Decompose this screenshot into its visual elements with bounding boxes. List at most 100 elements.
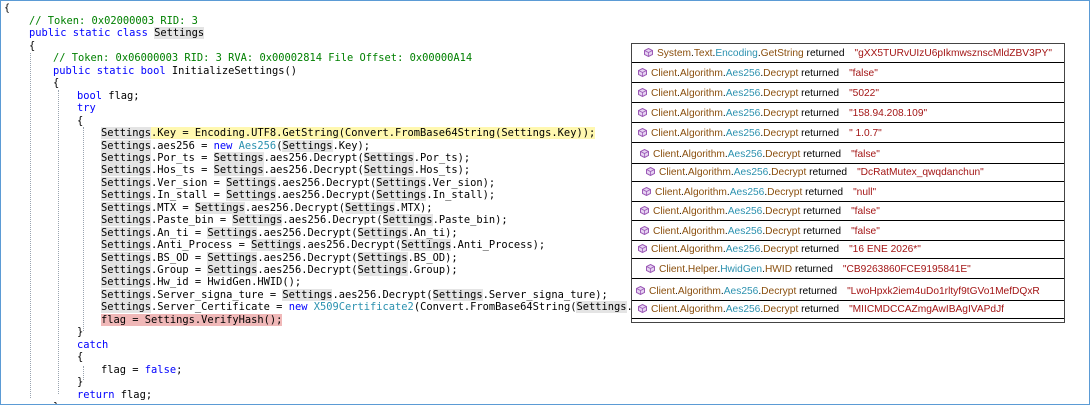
method-cube-icon: [636, 286, 645, 295]
method-name-part: Aes256: [727, 149, 763, 160]
method-name-part: Decrypt: [763, 68, 799, 79]
method-name-part: Client: [653, 149, 680, 160]
method-name-part: returned: [796, 286, 838, 297]
tracepoint-row[interactable]: Client.Algorithm.Aes256.Decrypt returned…: [632, 185, 1064, 202]
method-name-part: Decrypt: [767, 187, 803, 198]
method-name-part: returned: [800, 226, 842, 237]
code-token: catch: [77, 338, 109, 351]
code-line: Settings.Paste_bin = Settings.aes256.Dec…: [101, 214, 508, 227]
method-name-part: Algorithm: [679, 128, 723, 139]
method-name-part: Aes256: [729, 187, 765, 198]
code-token: .Por_ts =: [151, 151, 214, 164]
code-token: .Server_signa_ture =: [151, 288, 283, 301]
method-name-part: Client: [653, 226, 680, 237]
method-name-part: returned: [798, 68, 840, 79]
method-cube-icon: [642, 187, 651, 196]
method-name-part: Aes256: [725, 244, 761, 255]
code-line: catch: [77, 339, 108, 351]
code-line: {: [77, 351, 83, 363]
tracepoint-row[interactable]: Client.Algorithm.Aes256.Decrypt returned…: [632, 224, 1064, 241]
code-token: Settings: [101, 201, 152, 214]
method-name-part: Decrypt: [763, 128, 799, 139]
method-name-part: Aes256: [725, 88, 761, 99]
code-line: flag = false;: [101, 364, 182, 376]
code-token: .Paste_bin);: [432, 214, 508, 227]
code-line: Settings.Ver_sion = Settings.aes256.Decr…: [101, 176, 495, 189]
code-token: .Paste_bin =: [151, 214, 233, 227]
code-token: flag =: [101, 313, 145, 326]
method-name-part: HWID: [764, 264, 793, 275]
return-value: "gXX5TURvUIzU6pIkmwsznscMldZBV3PY": [854, 48, 1052, 59]
code-token: InitializeSettings(): [171, 64, 297, 77]
method-name-part: Algorithm: [677, 286, 721, 297]
code-line: Settings.Group = Settings.aes256.Decrypt…: [101, 264, 458, 276]
code-token: Aes256: [238, 139, 277, 152]
method-name-part: Algorithm: [683, 187, 727, 198]
method-name-part: Aes256: [733, 167, 769, 178]
code-token: .Server_Certificate =: [151, 301, 289, 314]
code-token: .Key = Encoding.UTF8.GetString(Convert.F…: [151, 127, 502, 140]
method-name-part: Aes256: [725, 304, 761, 315]
tracepoint-output-panel[interactable]: System.Text.Encoding.GetString returned "…: [631, 43, 1065, 323]
tracepoint-row[interactable]: Client.Algorithm.Aes256.Decrypt returned…: [632, 147, 1064, 164]
code-token: Settings: [282, 139, 333, 152]
code-line: {: [29, 40, 35, 52]
code-token: .Hw_id = HwidGen.HWID();: [151, 276, 302, 289]
code-token: Settings: [401, 239, 452, 252]
code-token: .aes256.Decrypt(: [263, 151, 364, 164]
method-cube-icon: [638, 68, 647, 77]
code-token: .aes256 =: [151, 139, 214, 152]
code-token: .aes256.Decrypt(: [257, 264, 358, 276]
method-name-part: Algorithm: [679, 68, 723, 79]
code-token: Settings: [357, 226, 408, 239]
indent-guide-catch: [83, 366, 84, 380]
tracepoint-row[interactable]: Client.Algorithm.Aes256.Decrypt returned…: [632, 284, 1064, 301]
method-name-part: Decrypt: [765, 226, 801, 237]
code-line: Settings.MTX = Settings.aes256.Decrypt(S…: [101, 201, 433, 214]
tracepoint-row[interactable]: Client.Algorithm.Aes256.Decrypt returned…: [632, 86, 1064, 103]
tracepoint-row[interactable]: System.Text.Encoding.GetString returned "…: [632, 46, 1064, 63]
code-token: .In_stall);: [426, 189, 496, 202]
tracepoint-row[interactable]: Client.Algorithm.Aes256.Decrypt returned…: [632, 302, 1064, 319]
code-token: .Group =: [151, 264, 208, 276]
code-token: .In_stall =: [151, 189, 227, 202]
tracepoint-row[interactable]: Client.Algorithm.Aes256.Decrypt returned…: [632, 126, 1064, 143]
code-token: Settings: [213, 164, 264, 177]
code-token: Settings: [194, 201, 245, 214]
method-cube-icon: [640, 226, 649, 235]
method-name-part: Decrypt: [763, 88, 799, 99]
code-line: Settings.Hw_id = HwidGen.HWID();: [101, 276, 302, 289]
return-value: "false": [851, 226, 880, 237]
code-token: .Key);: [332, 139, 371, 152]
code-token: // Token: 0x06000003 RID: 3 RVA: 0x00002…: [53, 52, 473, 65]
method-name-part: returned: [798, 88, 840, 99]
tracepoint-row[interactable]: Client.Algorithm.Aes256.Decrypt returned…: [632, 66, 1064, 83]
code-token: Settings: [207, 226, 258, 239]
method-name-part: Algorithm: [679, 244, 723, 255]
code-token: .aes256.Decrypt(: [257, 226, 358, 239]
code-token: Settings: [101, 301, 152, 314]
code-token: Settings: [282, 288, 333, 301]
method-name-part: Encoding: [715, 48, 758, 59]
tracepoint-row[interactable]: Client.Algorithm.Aes256.Decrypt returned…: [632, 242, 1064, 259]
code-token: flag =: [101, 363, 145, 376]
code-token: Settings: [154, 27, 205, 40]
tracepoint-row[interactable]: Client.Algorithm.Aes256.Decrypt returned…: [632, 165, 1064, 182]
tracepoint-row[interactable]: Client.Algorithm.Aes256.Decrypt returned…: [632, 204, 1064, 221]
method-name-part: Decrypt: [771, 167, 807, 178]
method-name-part: Client: [653, 206, 680, 217]
method-name-part: Algorithm: [679, 108, 723, 119]
code-token: Settings: [207, 264, 258, 276]
method-name-part: Client: [651, 244, 678, 255]
code-line: Settings.aes256 = new Aes256(Settings.Ke…: [101, 139, 371, 152]
tracepoint-row[interactable]: Client.Algorithm.Aes256.Decrypt returned…: [632, 106, 1064, 123]
tracepoint-row[interactable]: Client.Helper.HwidGen.HWID returned "CB92…: [632, 262, 1064, 279]
code-token: Settings: [207, 251, 258, 264]
code-token: Settings: [101, 276, 152, 289]
return-value: "CB9263860FCE9195841E": [842, 264, 971, 275]
method-name-part: Aes256: [725, 108, 761, 119]
return-value: "16 ENE 2026*": [849, 244, 921, 255]
code-token: Settings: [101, 164, 152, 177]
method-name-part: returned: [798, 128, 840, 139]
code-token: X509Certificate2: [313, 301, 414, 314]
